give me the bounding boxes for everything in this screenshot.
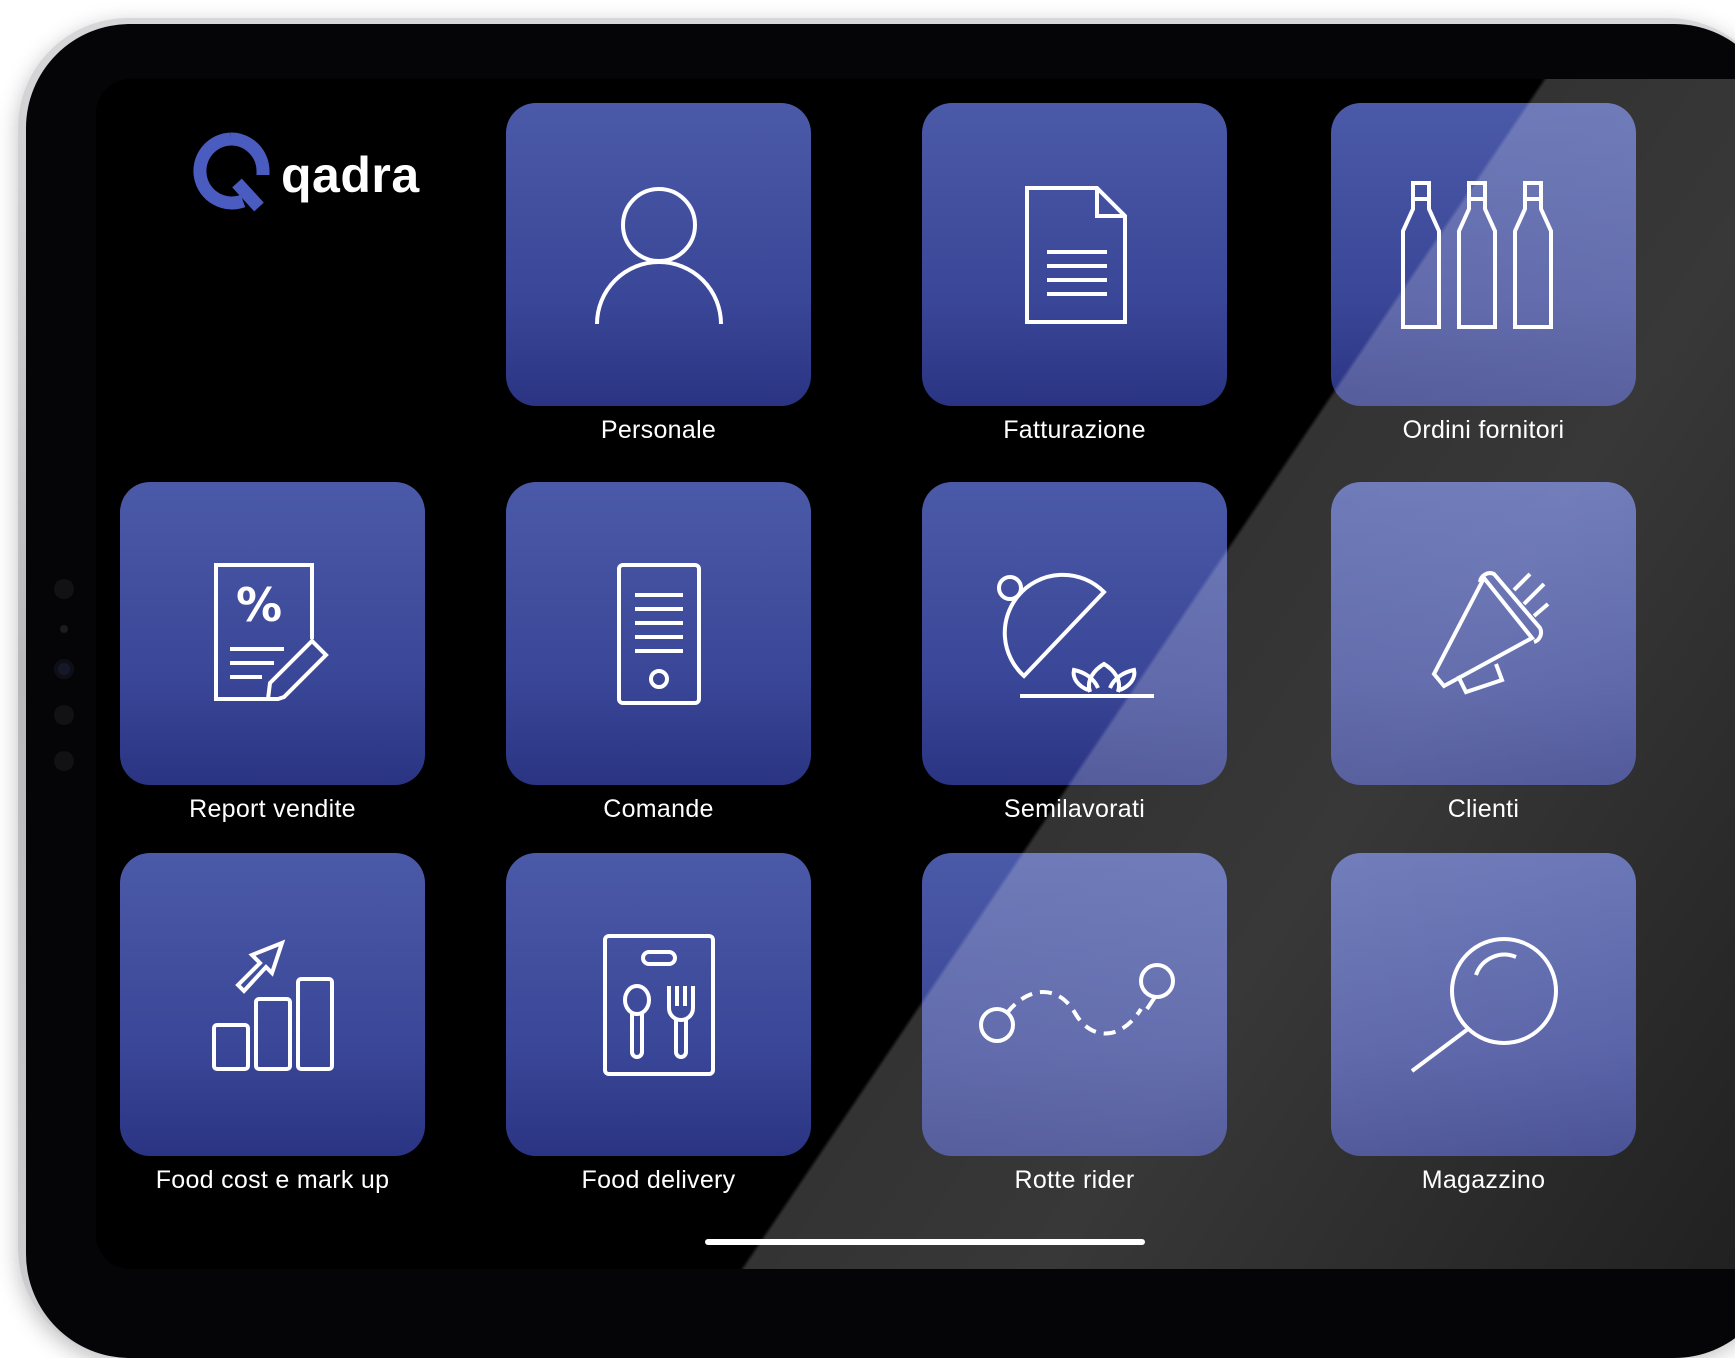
document-icon: [1015, 180, 1135, 330]
sensor-dot: [60, 625, 68, 633]
tile-comande[interactable]: Comande: [506, 482, 811, 824]
tile-label: Clienti: [1447, 795, 1520, 823]
tile-clienti[interactable]: Clienti: [1331, 482, 1636, 824]
cloche-icon: [990, 564, 1160, 704]
front-camera: [54, 659, 74, 679]
sensor-dot: [54, 705, 74, 725]
tile-personale[interactable]: Personale: [506, 103, 811, 445]
tile-magazzino[interactable]: Magazzino: [1331, 853, 1636, 1195]
delivery-bag-icon: [599, 930, 719, 1080]
magnifier-icon: [1404, 935, 1564, 1075]
app-name: qadra: [281, 146, 420, 203]
tile-label: Magazzino: [1421, 1166, 1546, 1194]
home-screen: qadra Personale Fatturazione Ordini forn…: [96, 79, 1735, 1269]
tile-food-delivery[interactable]: Food delivery: [506, 853, 811, 1195]
tile-label: Comande: [603, 795, 714, 823]
svg-text:%: %: [236, 578, 282, 632]
user-icon: [589, 180, 729, 330]
tile-label: Food cost e mark up: [155, 1166, 390, 1194]
tile-fatturazione[interactable]: Fatturazione: [922, 103, 1227, 445]
tile-label: Semilavorati: [1003, 795, 1146, 823]
tile-label: Ordini fornitori: [1402, 416, 1565, 444]
order-ticket-icon: [609, 559, 709, 709]
tile-report-vendite[interactable]: % Report vendite: [120, 482, 425, 824]
tile-semilavorati[interactable]: Semilavorati: [922, 482, 1227, 824]
sensor-dot: [54, 579, 74, 599]
route-icon: [975, 955, 1175, 1055]
sensor-dot: [54, 751, 74, 771]
camera-sensors: [54, 579, 74, 771]
megaphone-icon: [1414, 564, 1554, 704]
tile-food-cost[interactable]: Food cost e mark up: [120, 853, 425, 1195]
qadra-logo-icon: [191, 131, 271, 218]
tile-label: Fatturazione: [1003, 416, 1146, 444]
bottles-icon: [1399, 175, 1569, 335]
tile-label: Report vendite: [189, 795, 356, 823]
percent-report-icon: %: [208, 559, 338, 709]
tile-label: Rotte rider: [1014, 1166, 1135, 1194]
tile-label: Food delivery: [581, 1166, 736, 1194]
tile-label: Personale: [600, 416, 717, 444]
growth-chart-icon: [208, 935, 338, 1075]
tile-ordini-fornitori[interactable]: Ordini fornitori: [1331, 103, 1636, 445]
home-indicator[interactable]: [705, 1239, 1145, 1245]
app-logo: qadra: [191, 131, 420, 218]
tile-rotte-rider[interactable]: Rotte rider: [922, 853, 1227, 1195]
